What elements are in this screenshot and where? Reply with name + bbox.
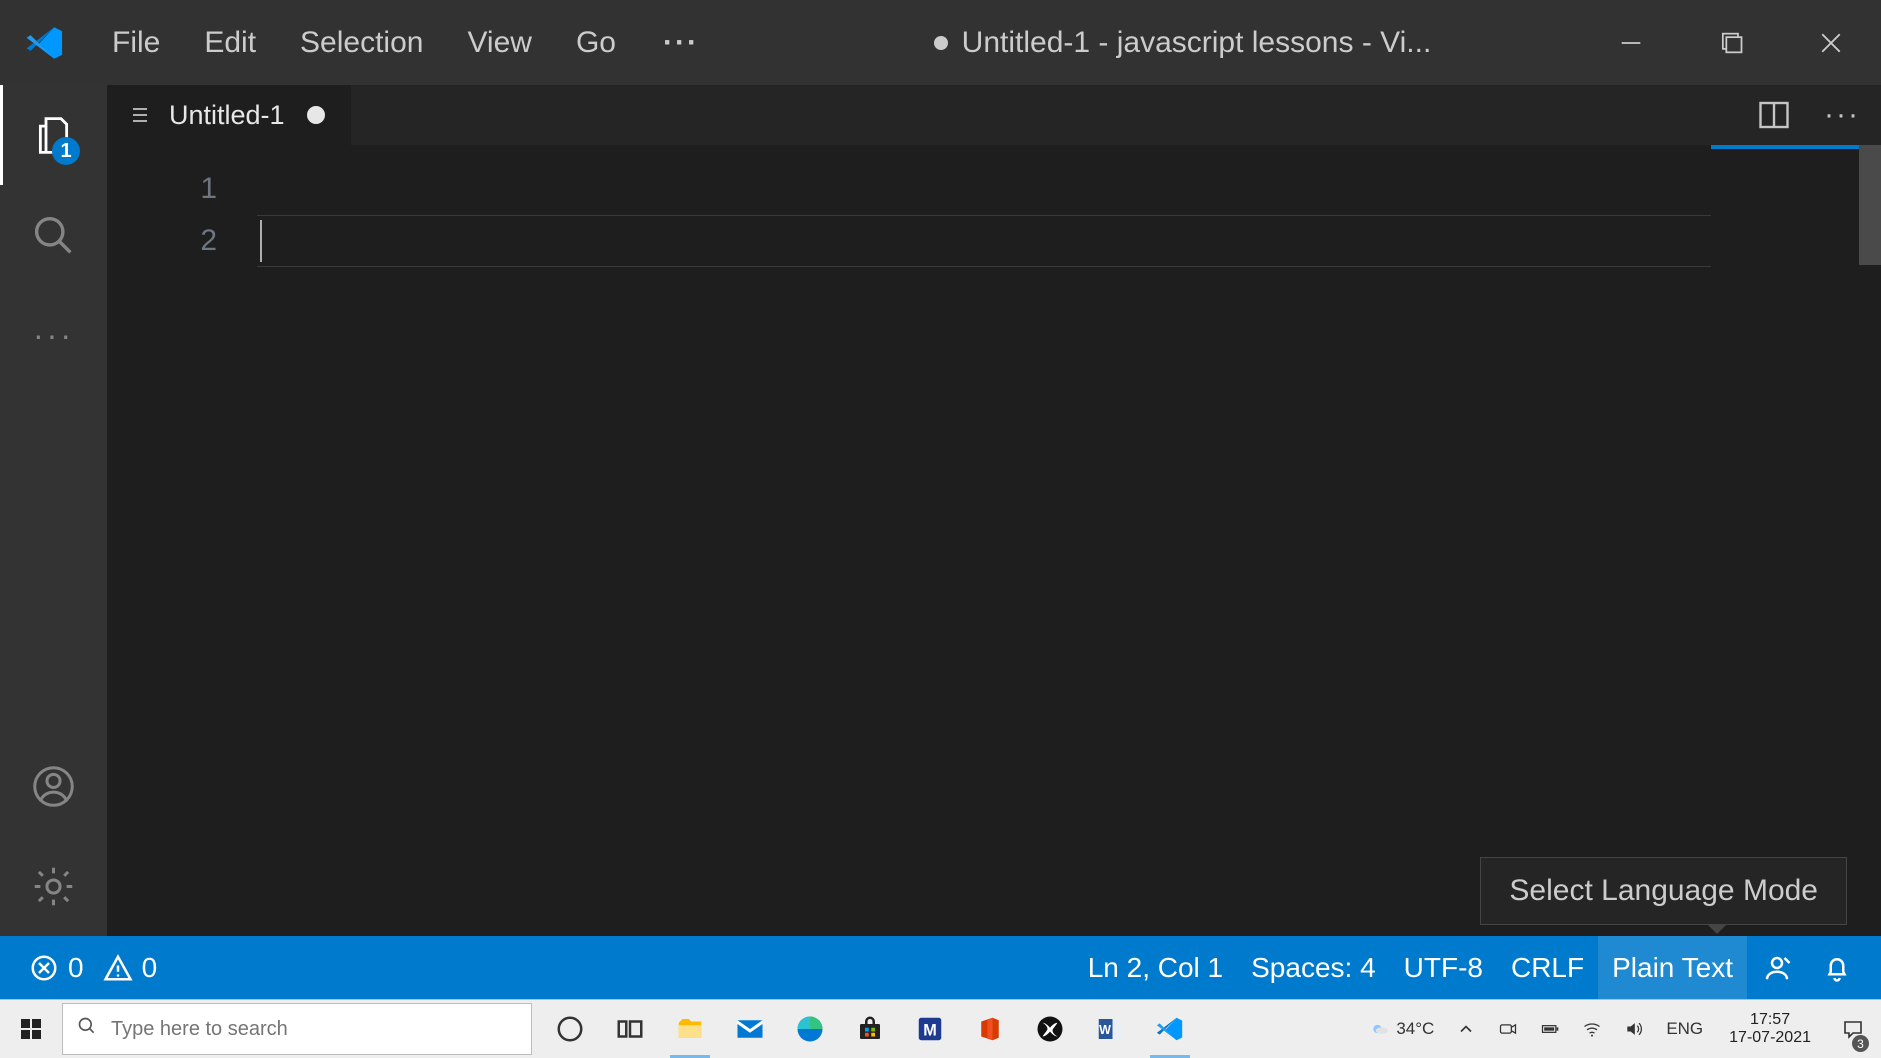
- unsaved-dot-icon: [934, 36, 948, 50]
- status-encoding[interactable]: UTF-8: [1390, 936, 1497, 999]
- taskbar-mail[interactable]: [720, 1000, 780, 1058]
- tooltip-text: Select Language Mode: [1509, 874, 1818, 907]
- tab-untitled-1[interactable]: Untitled-1: [107, 85, 352, 145]
- activity-explorer[interactable]: 1: [0, 85, 107, 185]
- tray-chevron-up-icon[interactable]: [1450, 1000, 1482, 1058]
- activity-accounts[interactable]: [0, 736, 107, 836]
- taskbar-edge[interactable]: [780, 1000, 840, 1058]
- editor-content[interactable]: 1 2: [107, 145, 1881, 936]
- window-close-button[interactable]: [1781, 0, 1881, 85]
- tab-label: Untitled-1: [169, 100, 285, 131]
- status-bar: 0 0 Ln 2, Col 1 Spaces: 4 UTF-8 CRLF Pla…: [0, 936, 1881, 999]
- search-icon: [77, 1016, 97, 1042]
- taskbar-search[interactable]: [62, 1003, 532, 1055]
- tooltip-select-language-mode: Select Language Mode: [1480, 857, 1847, 925]
- status-language-mode[interactable]: Plain Text: [1598, 936, 1747, 999]
- explorer-badge: 1: [52, 137, 80, 165]
- line-number: 1: [107, 163, 217, 215]
- status-indent[interactable]: Spaces: 4: [1237, 936, 1390, 999]
- tray-sound-icon[interactable]: [1618, 1000, 1650, 1058]
- taskbar-file-explorer[interactable]: [660, 1000, 720, 1058]
- status-warning-count: 0: [142, 952, 158, 984]
- status-feedback[interactable]: [1747, 936, 1807, 999]
- tray-notification-badge: 3: [1852, 1035, 1869, 1052]
- status-eol[interactable]: CRLF: [1497, 936, 1598, 999]
- activity-more-icon[interactable]: ···: [0, 285, 107, 385]
- tab-dirty-icon[interactable]: [307, 106, 325, 124]
- system-tray: 34°C ENG 17:57 17-07-2021 3: [1364, 1000, 1881, 1058]
- taskbar-cortana[interactable]: [540, 1000, 600, 1058]
- menu-go[interactable]: Go: [554, 0, 638, 85]
- file-icon: [129, 103, 153, 127]
- windows-taskbar: M W 34°C ENG 17:57: [0, 999, 1881, 1058]
- current-line-highlight: [257, 215, 1711, 267]
- error-icon: [28, 952, 60, 984]
- tray-weather-temp: 34°C: [1396, 1019, 1434, 1039]
- tray-action-center[interactable]: 3: [1831, 1000, 1875, 1058]
- minimap-scroll-indicator[interactable]: [1859, 145, 1881, 265]
- tray-date: 17-07-2021: [1729, 1029, 1811, 1047]
- code-area[interactable]: [257, 145, 1881, 936]
- vscode-logo-icon: [0, 22, 90, 64]
- bell-icon: [1821, 952, 1853, 984]
- tray-time: 17:57: [1750, 1011, 1790, 1029]
- taskbar-search-input[interactable]: [111, 1018, 517, 1041]
- activity-settings[interactable]: [0, 836, 107, 936]
- svg-text:W: W: [1099, 1023, 1111, 1037]
- status-problems[interactable]: 0 0: [14, 936, 171, 999]
- taskbar-xbox[interactable]: [1020, 1000, 1080, 1058]
- tray-clock[interactable]: 17:57 17-07-2021: [1719, 1011, 1821, 1047]
- menu-edit[interactable]: Edit: [182, 0, 278, 85]
- menu-view[interactable]: View: [445, 0, 553, 85]
- split-editor-button[interactable]: [1749, 90, 1799, 140]
- tray-language[interactable]: ENG: [1660, 1000, 1709, 1058]
- window-minimize-button[interactable]: [1581, 0, 1681, 85]
- status-error-count: 0: [68, 952, 84, 984]
- taskbar-store[interactable]: [840, 1000, 900, 1058]
- text-cursor: [260, 220, 262, 262]
- line-numbers: 1 2: [107, 145, 257, 936]
- menu-selection[interactable]: Selection: [278, 0, 445, 85]
- svg-text:M: M: [923, 1021, 937, 1039]
- tray-weather[interactable]: 34°C: [1364, 1000, 1440, 1058]
- taskbar-vscode[interactable]: [1140, 1000, 1200, 1058]
- activity-bar: 1 ···: [0, 85, 107, 936]
- tray-wifi-icon[interactable]: [1576, 1000, 1608, 1058]
- tray-meet-now-icon[interactable]: [1492, 1000, 1524, 1058]
- activity-search[interactable]: [0, 185, 107, 285]
- taskbar-office[interactable]: [960, 1000, 1020, 1058]
- editor-tabs: Untitled-1 ···: [107, 85, 1881, 145]
- feedback-icon: [1761, 952, 1793, 984]
- window-maximize-button[interactable]: [1681, 0, 1781, 85]
- taskbar-taskview[interactable]: [600, 1000, 660, 1058]
- window-title-text: Untitled-1 - javascript lessons - Vi...: [962, 26, 1432, 60]
- line-number: 2: [107, 215, 217, 267]
- tray-battery-icon[interactable]: [1534, 1000, 1566, 1058]
- warning-icon: [102, 952, 134, 984]
- menu-file[interactable]: File: [90, 0, 182, 85]
- taskbar-word[interactable]: W: [1080, 1000, 1140, 1058]
- menu-more-icon[interactable]: ···: [638, 26, 724, 60]
- title-bar: File Edit Selection View Go ··· Untitled…: [0, 0, 1881, 85]
- tab-more-button[interactable]: ···: [1817, 90, 1867, 140]
- status-cursor-position[interactable]: Ln 2, Col 1: [1074, 936, 1237, 999]
- status-notifications[interactable]: [1807, 936, 1867, 999]
- start-button[interactable]: [0, 1000, 62, 1058]
- taskbar-app-generic[interactable]: M: [900, 1000, 960, 1058]
- window-title: Untitled-1 - javascript lessons - Vi...: [724, 26, 1581, 60]
- minimap[interactable]: [1711, 145, 1881, 936]
